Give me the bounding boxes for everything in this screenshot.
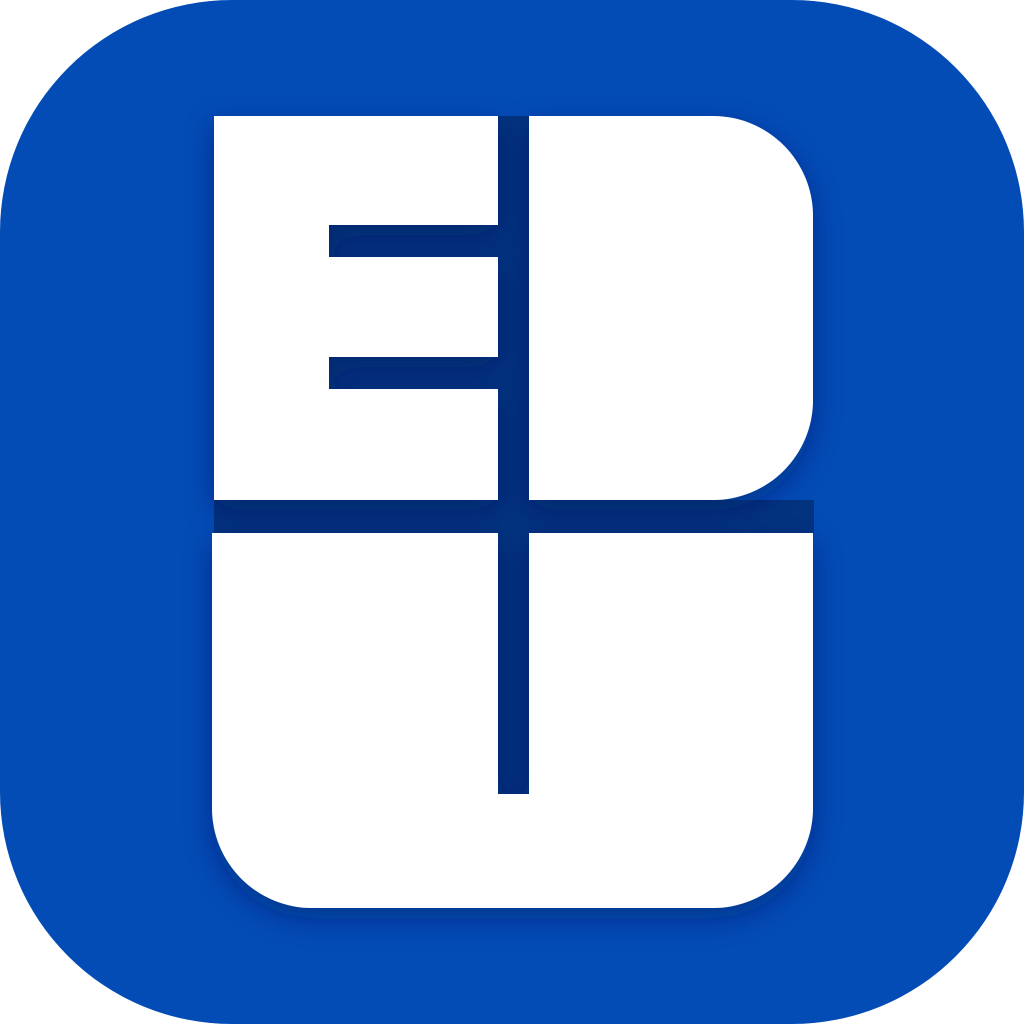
logo-letter-d	[529, 116, 813, 500]
edu-logo-icon	[0, 0, 1024, 1024]
app-icon[interactable]: EDU	[0, 0, 1024, 1024]
logo-letter-e	[214, 116, 498, 500]
